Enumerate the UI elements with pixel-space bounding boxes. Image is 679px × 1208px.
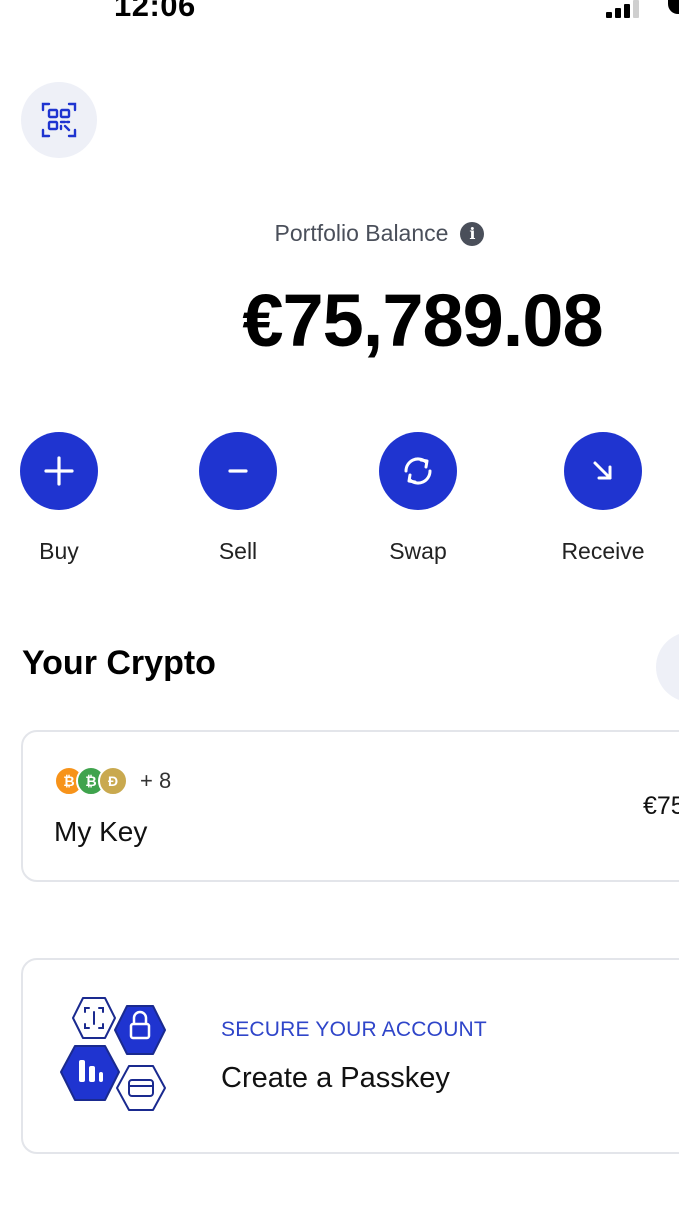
create-passkey-card[interactable]: SECURE YOUR ACCOUNT Create a Passkey xyxy=(21,958,679,1154)
swap-label: Swap xyxy=(389,538,447,564)
crypto-options-button[interactable] xyxy=(656,632,679,702)
buy-circle[interactable] xyxy=(20,432,98,510)
info-icon[interactable]: i xyxy=(460,221,485,246)
portfolio-balance-value: €75,789.08 xyxy=(242,279,603,362)
balance-label: Portfolio Balance xyxy=(274,220,449,246)
coin-stack: ₿ ₿ Ð + 8 xyxy=(54,766,171,796)
wallet-home-screen: 12:06 Portfolio Balance i €75,789.08 Buy… xyxy=(0,0,679,1208)
passkey-title: Create a Passkey xyxy=(221,1062,450,1094)
arrow-down-right-icon xyxy=(593,461,612,480)
extra-coin-count: + 8 xyxy=(140,768,172,793)
balance-label-row: Portfolio Balance i xyxy=(0,220,679,247)
key-value: €75 xyxy=(643,792,679,820)
passkey-eyebrow: SECURE YOUR ACCOUNT xyxy=(221,1018,487,1041)
swap-button[interactable]: Swap xyxy=(353,432,483,565)
receive-label: Receive xyxy=(561,538,645,564)
qr-scan-button[interactable] xyxy=(21,82,97,158)
key-name: My Key xyxy=(54,816,148,847)
dogecoin-coin-icon: Ð xyxy=(98,766,128,796)
cell-signal-icon xyxy=(606,0,646,18)
your-crypto-heading: Your Crypto xyxy=(22,644,216,682)
buy-button[interactable]: Buy xyxy=(0,432,124,565)
minus-icon xyxy=(228,469,248,473)
plus-icon xyxy=(44,456,74,486)
receive-button[interactable]: Receive xyxy=(538,432,668,565)
sell-label: Sell xyxy=(218,538,258,564)
status-time: 12:06 xyxy=(114,0,196,23)
sell-circle[interactable] xyxy=(199,432,277,510)
passkey-illustration xyxy=(60,997,166,1111)
wifi-icon xyxy=(668,0,679,14)
buy-label: Buy xyxy=(39,538,79,564)
qr-scan-icon xyxy=(41,102,77,138)
sell-button[interactable]: Sell xyxy=(173,432,303,565)
receive-circle[interactable] xyxy=(564,432,642,510)
my-key-card[interactable]: ₿ ₿ Ð + 8 My Key €75 xyxy=(21,730,679,882)
swap-circle[interactable] xyxy=(379,432,457,510)
swap-icon xyxy=(404,457,432,485)
